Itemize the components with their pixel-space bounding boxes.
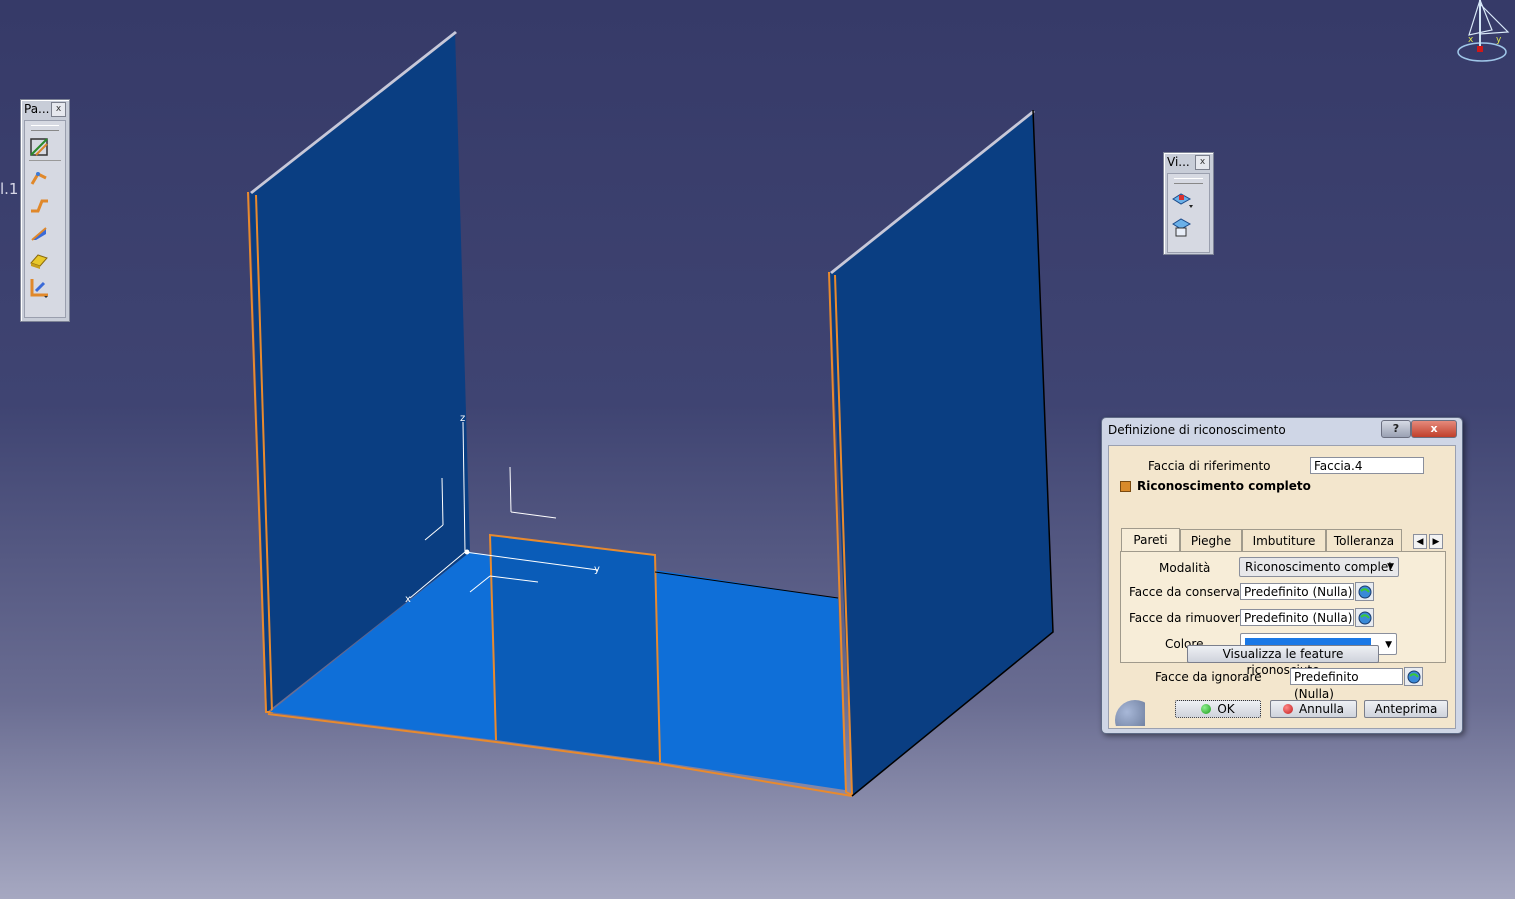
tab-tolleranza[interactable]: Tolleranza di xyxy=(1326,529,1402,551)
faces-keep-pick-icon[interactable] xyxy=(1355,582,1374,601)
corner-relief-icon[interactable] xyxy=(25,273,53,300)
floor-right[interactable] xyxy=(655,570,845,790)
toolbar-grip[interactable] xyxy=(31,125,59,131)
faces-remove-pick-icon[interactable] xyxy=(1355,608,1374,627)
axis-label-y: y xyxy=(594,564,600,575)
middle-flange[interactable] xyxy=(490,535,660,762)
ok-label: OK xyxy=(1217,702,1235,716)
tab-pieghe[interactable]: Pieghe xyxy=(1180,529,1242,551)
toolbar-close-button[interactable]: x xyxy=(51,101,66,117)
modality-value: Riconoscimento complet xyxy=(1245,560,1393,574)
compass-icon[interactable] xyxy=(1457,0,1510,62)
sheetmetal-toolbar[interactable]: Pa... x xyxy=(20,99,70,322)
toolbar-title-bar[interactable]: Vi... x xyxy=(1164,153,1213,171)
dialog-body: Faccia di riferimento Faccia.4 Riconosci… xyxy=(1108,445,1456,729)
toolbar-title-bar[interactable]: Pa... x xyxy=(21,100,69,118)
right-wall[interactable] xyxy=(830,110,1053,796)
help-button[interactable]: ? xyxy=(1381,420,1411,438)
modality-label: Modalità xyxy=(1159,561,1211,575)
faces-ignore-pick-icon[interactable] xyxy=(1404,667,1423,686)
toolbar-title: Vi... xyxy=(1167,155,1190,169)
modality-select[interactable]: Riconoscimento complet ▼ xyxy=(1239,557,1399,577)
toolbar-title: Pa... xyxy=(24,102,50,116)
view-manager-icon[interactable] xyxy=(1168,213,1196,240)
green-dot-icon xyxy=(1201,704,1212,714)
faces-keep-label: Facce da conservare xyxy=(1129,585,1252,599)
preview-button[interactable]: Anteprima xyxy=(1364,700,1448,718)
toolbar-body xyxy=(1167,173,1210,253)
cancel-button[interactable]: Annulla xyxy=(1270,700,1357,718)
cancel-label: Annulla xyxy=(1298,702,1345,716)
toolbar-body xyxy=(24,120,66,318)
compass-x-label: x xyxy=(1468,35,1474,45)
faces-remove-label: Facce da rimuovere xyxy=(1129,611,1247,625)
faces-ignore-field[interactable]: Predefinito (Nulla) xyxy=(1290,668,1403,701)
tree-label-partial[interactable]: l.1 xyxy=(0,180,18,198)
views-icon[interactable] xyxy=(1168,186,1196,213)
toolbar-close-button[interactable]: x xyxy=(1195,154,1210,170)
reference-face-field[interactable]: Faccia.4 xyxy=(1310,457,1424,474)
walls-icon[interactable] xyxy=(25,165,53,192)
faces-ignore-label: Facce da ignorare xyxy=(1155,670,1262,684)
tab-pareti[interactable]: Pareti xyxy=(1121,528,1180,552)
compass-y-label: y xyxy=(1496,35,1502,45)
flange-icon[interactable] xyxy=(25,219,53,246)
stamp-icon[interactable] xyxy=(25,246,53,273)
tab-scroll-right[interactable]: ▶ xyxy=(1429,534,1443,549)
full-recognition-label[interactable]: Riconoscimento completo xyxy=(1137,479,1311,493)
show-features-button[interactable]: Visualizza le feature riconosciute xyxy=(1187,645,1379,677)
bend-icon[interactable] xyxy=(25,192,53,219)
chevron-down-icon: ▼ xyxy=(1385,640,1392,650)
recognize-features-icon[interactable] xyxy=(25,133,53,160)
ok-button[interactable]: OK xyxy=(1175,700,1261,718)
tab-imbutiture[interactable]: Imbutiture xyxy=(1242,529,1326,551)
toolbar-grip[interactable] xyxy=(1174,178,1203,184)
faces-remove-field[interactable]: Predefinito (Nulla) xyxy=(1240,609,1354,626)
chevron-down-icon: ▼ xyxy=(1387,562,1394,572)
dialog-title: Definizione di riconoscimento xyxy=(1108,423,1286,437)
red-dot-icon xyxy=(1282,704,1293,714)
tab-scroll-left[interactable]: ◀ xyxy=(1413,534,1427,549)
full-recognition-checkbox[interactable] xyxy=(1120,481,1131,492)
close-button[interactable]: x xyxy=(1411,420,1457,438)
recognition-definition-dialog[interactable]: Definizione di riconoscimento ? x Faccia… xyxy=(1101,417,1463,734)
views-toolbar[interactable]: Vi... x xyxy=(1163,152,1214,255)
planet-logo-icon xyxy=(1109,692,1145,726)
axis-label-x: x xyxy=(405,594,411,605)
faces-keep-field[interactable]: Predefinito (Nulla) xyxy=(1240,583,1354,600)
axis-label-z: z xyxy=(460,413,465,424)
reference-face-label: Faccia di riferimento xyxy=(1148,459,1271,473)
